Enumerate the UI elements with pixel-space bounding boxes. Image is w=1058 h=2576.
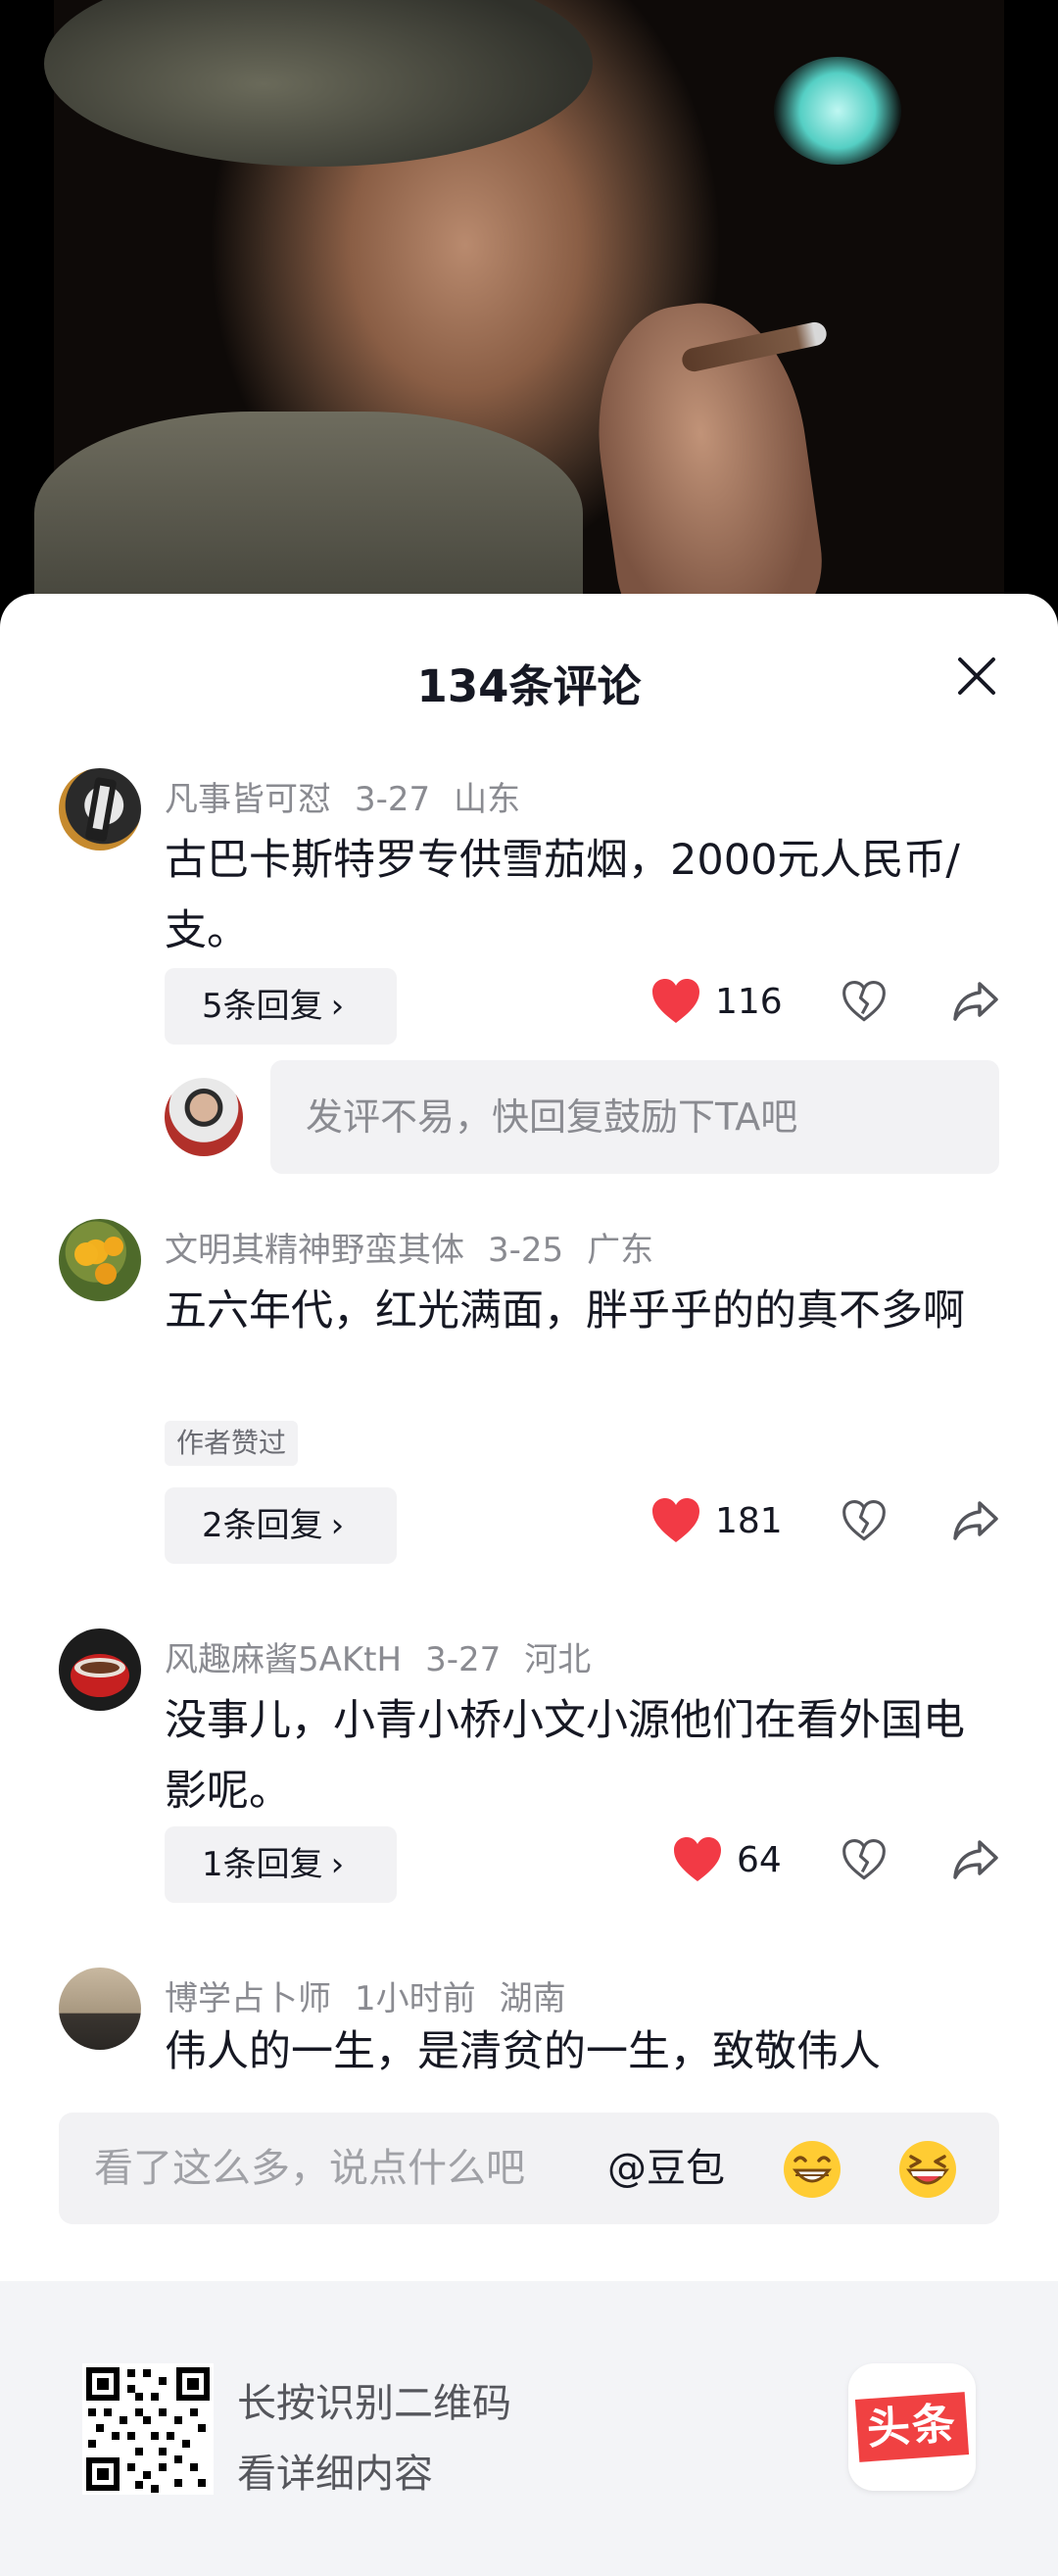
heart-filled-icon <box>652 979 699 1023</box>
laugh-emoji-icon[interactable] <box>897 2139 958 2200</box>
comment-meta: 风趣麻酱5AKtH 3-27 河北 <box>165 1632 591 1680</box>
current-user-avatar <box>165 1078 243 1156</box>
dislike-button[interactable] <box>837 1493 891 1548</box>
broken-heart-icon <box>842 1838 886 1880</box>
logo-text: 头条 <box>854 2392 970 2462</box>
like-button[interactable]: 116 <box>650 978 783 1025</box>
share-button[interactable] <box>948 1493 1003 1548</box>
mention-button[interactable]: @豆包 <box>607 2113 725 2224</box>
footer-promo: 长按识别二维码 看详细内容 头条 <box>0 2281 1058 2576</box>
comment-location: 湖南 <box>499 1979 566 2018</box>
comment-item: 文明其精神野蛮其体 3-25 广东 五六年代，红光满面，胖乎乎的的真不多啊 作者赞过… <box>0 1211 1058 1603</box>
heart-filled-icon <box>674 1837 721 1881</box>
comment-text[interactable]: 古巴卡斯特罗专供雪茄烟，2000元人民币/支。 <box>165 825 997 966</box>
comment-location: 山东 <box>454 780 521 819</box>
close-button[interactable] <box>947 647 1006 705</box>
video-player[interactable] <box>0 0 1058 627</box>
comment-username[interactable]: 博学占卜师 <box>165 1979 331 2018</box>
comment-date: 3-25 <box>488 1231 564 1270</box>
comment-meta: 博学占卜师 1小时前 湖南 <box>165 1971 566 2019</box>
share-icon <box>953 1501 998 1540</box>
like-button[interactable]: 64 <box>672 1836 782 1883</box>
share-button[interactable] <box>948 974 1003 1029</box>
comment-date: 3-27 <box>355 780 431 819</box>
comments-title: 134条评论 <box>416 660 642 712</box>
like-count: 181 <box>715 1500 783 1541</box>
comment-input-bar: 看了这么多，说点什么吧 @豆包 <box>0 2087 1058 2283</box>
video-figure-hat <box>44 0 593 167</box>
replies-label: 5条回复 <box>202 987 323 1026</box>
comment-meta: 凡事皆可怼 3-27 山东 <box>165 772 520 820</box>
broken-heart-icon <box>842 1499 886 1541</box>
reply-prompt-row: 发评不易，快回复鼓励下TA吧 <box>0 1060 1058 1178</box>
chevron-right-icon: › <box>330 1506 345 1545</box>
comment-item: 博学占卜师 1小时前 湖南 伟人的一生，是清贫的一生，致敬伟人 <box>0 1960 1058 2087</box>
comment-date: 1小时前 <box>355 1979 476 2018</box>
footer-scan-text: 长按识别二维码 <box>237 2381 511 2426</box>
broken-heart-icon <box>842 980 886 1022</box>
avatar[interactable] <box>59 768 141 851</box>
comment-username[interactable]: 凡事皆可怼 <box>165 780 331 819</box>
share-icon <box>953 982 998 1021</box>
footer-detail-text: 看详细内容 <box>237 2452 433 2497</box>
dislike-button[interactable] <box>837 1832 891 1887</box>
replies-label: 2条回复 <box>202 1506 323 1545</box>
qr-code-icon[interactable] <box>82 2363 214 2495</box>
like-count: 116 <box>715 981 783 1022</box>
grin-emoji-icon[interactable] <box>782 2139 842 2200</box>
close-icon <box>958 657 995 695</box>
like-count: 64 <box>737 1839 782 1880</box>
comment-text[interactable]: 伟人的一生，是清贫的一生，致敬伟人 <box>165 2017 997 2087</box>
comment-text[interactable]: 五六年代，红光满面，胖乎乎的的真不多啊 <box>165 1276 997 1346</box>
quick-reply-input[interactable]: 发评不易，快回复鼓励下TA吧 <box>270 1060 999 1174</box>
replies-label: 1条回复 <box>202 1845 323 1884</box>
video-light <box>774 57 901 165</box>
view-replies-button[interactable]: 5条回复 › <box>165 968 397 1045</box>
comment-username[interactable]: 文明其精神野蛮其体 <box>165 1231 464 1270</box>
comment-item: 风趣麻酱5AKtH 3-27 河北 没事儿，小青小桥小文小源他们在看外国电影呢。 1… <box>0 1621 1058 1944</box>
share-icon <box>953 1840 998 1879</box>
author-liked-badge: 作者赞过 <box>165 1421 299 1466</box>
avatar[interactable] <box>59 1968 141 2050</box>
comment-input-placeholder: 看了这么多，说点什么吧 <box>94 2146 525 2191</box>
share-button[interactable] <box>948 1832 1003 1887</box>
comment-date: 3-27 <box>425 1640 502 1679</box>
comment-text[interactable]: 没事儿，小青小桥小文小源他们在看外国电影呢。 <box>165 1685 997 1826</box>
heart-filled-icon <box>652 1498 699 1542</box>
comment-username[interactable]: 风趣麻酱5AKtH <box>165 1640 402 1679</box>
chevron-right-icon: › <box>330 1845 345 1884</box>
comment-location: 广东 <box>587 1231 654 1270</box>
like-button[interactable]: 181 <box>650 1497 783 1544</box>
toutiao-logo: 头条 <box>848 2363 976 2491</box>
view-replies-button[interactable]: 2条回复 › <box>165 1487 397 1564</box>
sheet-header: 134条评论 <box>0 594 1058 721</box>
comment-input[interactable]: 看了这么多，说点什么吧 @豆包 <box>59 2113 999 2224</box>
avatar[interactable] <box>59 1219 141 1301</box>
avatar[interactable] <box>59 1628 141 1711</box>
video-frame <box>34 0 1004 627</box>
dislike-button[interactable] <box>837 974 891 1029</box>
comment-location: 河北 <box>524 1640 592 1679</box>
chevron-right-icon: › <box>330 987 345 1026</box>
view-replies-button[interactable]: 1条回复 › <box>165 1826 397 1903</box>
comment-meta: 文明其精神野蛮其体 3-25 广东 <box>165 1223 653 1271</box>
